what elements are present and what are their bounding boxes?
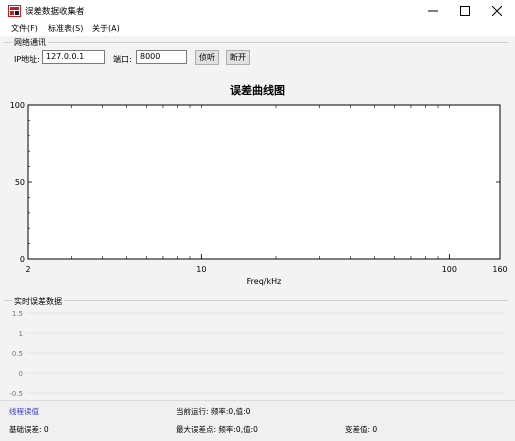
maximize-button[interactable] [450,0,480,22]
variance-label: 变差值: 0 [345,425,378,434]
port-label: 端口: [113,55,132,64]
network-group-title: 网络通讯 [12,37,48,48]
minimize-icon [428,10,438,12]
minimize-button[interactable] [418,0,448,22]
y-tick-label: 0 [19,370,23,378]
ip-input[interactable]: 127.0.0.1 [42,50,105,64]
x-tick-label: 100 [442,265,457,274]
error-curve-chart: 2 10 100 160 0 50 100 Freq/kHz [10,101,508,286]
y-tick-label: 50 [15,178,25,187]
port-input[interactable]: 8000 [136,50,187,64]
y-tick-label: 1 [19,330,23,338]
x-tick-label: 10 [196,265,206,274]
current-run-label: 当前运行: 频率:0,值:0 [176,407,251,416]
listen-button[interactable]: 侦听 [195,50,219,65]
y-tick-label: 0.5 [12,350,23,358]
y-tick-label: 100 [10,101,25,110]
ip-label: IP地址: [14,55,40,64]
base-error-label: 基础误差: 0 [9,425,49,434]
menu-standard-table[interactable]: 标准表(S) [48,22,83,36]
y-tick-label: 0 [20,255,25,264]
menu-about[interactable]: 关于(A) [92,22,120,36]
close-icon [492,6,502,16]
x-tick-label: 160 [492,265,507,274]
realtime-chart: 1.5 1 0.5 0 -0.5 [9,310,505,398]
x-axis-label: Freq/kHz [247,277,282,286]
max-error-label: 最大误差点: 频率:0,值:0 [176,425,258,434]
x-tick-label: 2 [25,265,30,274]
maximize-icon [460,6,470,16]
window-title: 误差数据收集者 [25,7,85,17]
thread-state-label: 线程读值 [9,407,39,416]
app-icon [8,5,21,17]
menu-file[interactable]: 文件(F) [11,22,38,36]
close-button[interactable] [482,0,512,22]
y-tick-label: 1.5 [12,310,23,318]
plot-area [27,104,501,260]
y-tick-label: -0.5 [9,390,23,398]
disconnect-button[interactable]: 断开 [226,50,250,65]
